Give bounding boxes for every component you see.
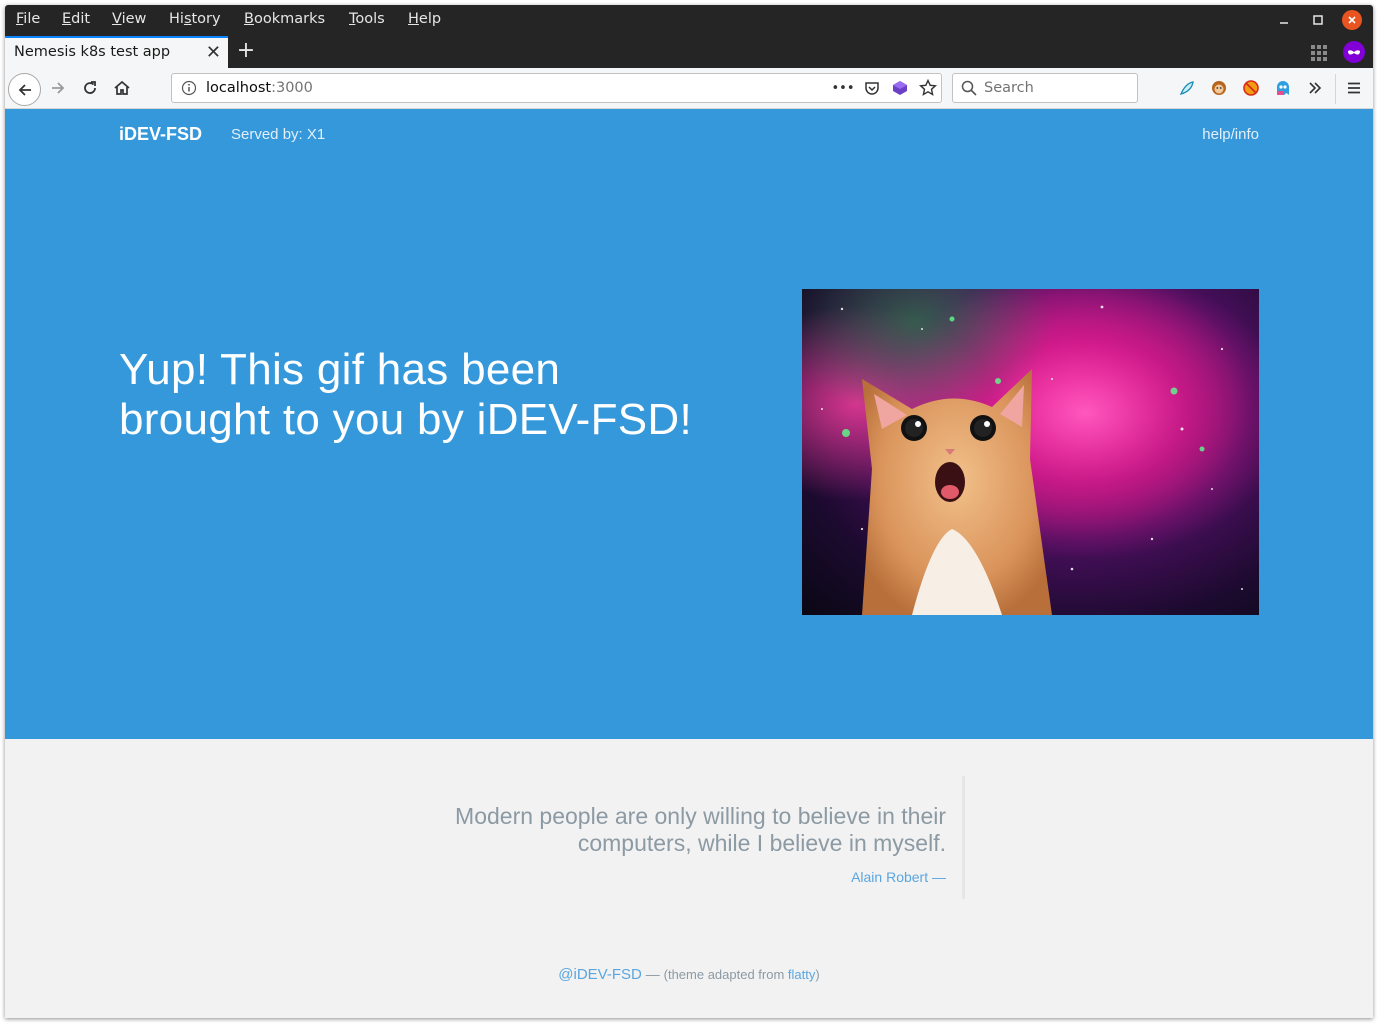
forward-button[interactable] — [47, 77, 69, 99]
headline-line-1: Yup! This gif has been — [119, 345, 561, 394]
private-browsing-icon — [1343, 41, 1365, 63]
apps-grid-icon[interactable] — [1311, 45, 1327, 61]
pocket-icon[interactable] — [862, 78, 882, 98]
quote-text: Modern people are only willing to believ… — [345, 776, 946, 857]
tab-active[interactable]: Nemesis k8s test app ✕ — [5, 36, 228, 68]
extension-monkey-icon[interactable] — [1209, 78, 1229, 98]
quote-section: Modern people are only willing to believ… — [5, 739, 1373, 1018]
menu-file[interactable]: File — [16, 11, 40, 27]
extension-blocker-icon[interactable] — [1241, 78, 1261, 98]
menu-bar: File Edit View History Bookmarks Tools H… — [5, 5, 1373, 36]
menu-view[interactable]: View — [112, 11, 146, 27]
tab-title: Nemesis k8s test app — [14, 44, 171, 60]
site-info-icon[interactable] — [181, 80, 197, 100]
menu-tools[interactable]: Tools — [349, 11, 385, 27]
menu-edit[interactable]: Edit — [62, 11, 90, 27]
footer-flatty-link[interactable]: flatty — [788, 967, 815, 982]
back-arrow-icon — [18, 83, 31, 96]
headline-line-2: brought to you by iDEV-FSD! — [119, 395, 693, 444]
url-text: localhost:3000 — [206, 80, 313, 96]
reload-icon — [84, 81, 96, 94]
space-cat-illustration — [802, 289, 1259, 615]
brand-link[interactable]: iDEV-FSD — [119, 124, 202, 145]
footer: @iDEV-FSD — (theme adapted from flatty) — [5, 966, 1373, 983]
bookmark-star-icon[interactable] — [918, 78, 938, 98]
quote-author-link[interactable]: Alain Robert — — [345, 869, 946, 899]
footer-dash: — — [641, 966, 664, 982]
footer-theme-suffix: ) — [815, 967, 820, 982]
web-page: iDEV-FSD Served by: X1 help/info Yup! Th… — [5, 109, 1373, 1018]
home-icon — [114, 80, 130, 95]
new-tab-button[interactable]: + — [235, 38, 257, 63]
overflow-chevron-icon[interactable] — [1305, 78, 1325, 98]
headline: Yup! This gif has been brought to you by… — [119, 345, 759, 445]
navigation-bar: localhost:3000 ••• Search — [5, 68, 1373, 109]
footer-handle-link[interactable]: @iDEV-FSD — [558, 966, 642, 983]
search-icon — [961, 80, 977, 100]
tab-close-icon[interactable]: ✕ — [206, 42, 221, 63]
menu-help[interactable]: Help — [408, 11, 441, 27]
extension-feather-icon[interactable] — [1177, 78, 1197, 98]
url-bar[interactable]: localhost:3000 ••• — [171, 73, 942, 103]
maximize-icon[interactable] — [1306, 8, 1330, 32]
toolbar-separator — [1335, 74, 1336, 104]
cat-gif-image — [802, 289, 1259, 615]
search-bar[interactable]: Search — [952, 73, 1138, 103]
served-by-text: Served by: X1 — [231, 126, 326, 143]
help-info-link[interactable]: help/info — [1202, 126, 1259, 143]
minimize-icon[interactable] — [1272, 8, 1296, 32]
quote-line-2: computers, while I believe in myself. — [577, 830, 946, 856]
menu-history[interactable]: History — [169, 11, 221, 27]
tab-strip: Nemesis k8s test app ✕ + — [5, 36, 1373, 68]
browser-window: File Edit View History Bookmarks Tools H… — [5, 5, 1373, 1018]
search-placeholder: Search — [984, 80, 1034, 96]
page-actions-icon[interactable]: ••• — [832, 78, 855, 98]
hamburger-menu-icon[interactable] — [1344, 78, 1364, 98]
menu-bookmarks[interactable]: Bookmarks — [244, 11, 325, 27]
home-button[interactable] — [111, 77, 133, 99]
hero-section: iDEV-FSD Served by: X1 help/info Yup! Th… — [5, 109, 1373, 739]
extension-cube-icon[interactable] — [890, 78, 910, 98]
blockquote: Modern people are only willing to believ… — [345, 776, 965, 899]
quote-line-1: Modern people are only willing to believ… — [455, 803, 946, 829]
reload-button[interactable] — [79, 77, 101, 99]
footer-theme-prefix: (theme adapted from — [663, 967, 788, 982]
extension-ghost-icon[interactable] — [1273, 78, 1293, 98]
window-close-icon[interactable] — [1342, 10, 1362, 30]
back-button[interactable] — [8, 73, 41, 106]
forward-arrow-icon — [52, 82, 65, 94]
